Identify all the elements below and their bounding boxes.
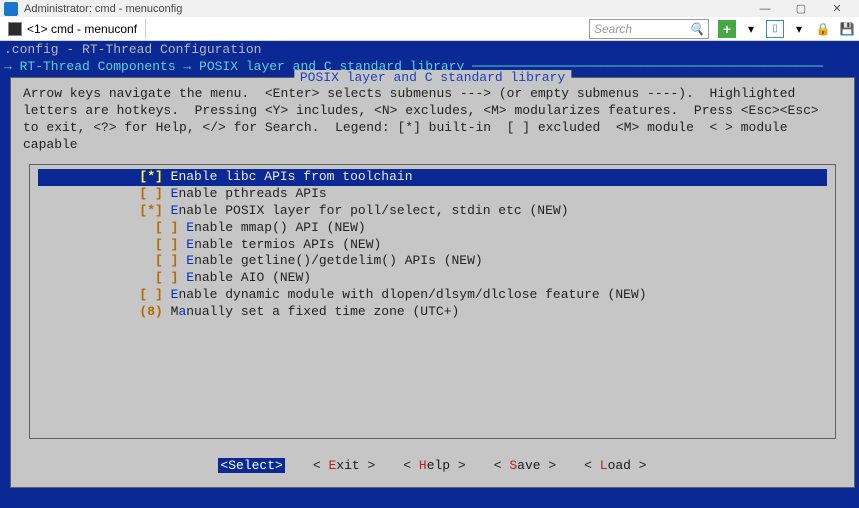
panel-title: POSIX layer and C standard library bbox=[294, 70, 571, 85]
disk-icon[interactable]: 💾 bbox=[838, 20, 856, 38]
new-tab-button[interactable]: + bbox=[718, 20, 736, 38]
menu-item[interactable]: [*] Enable libc APIs from toolchain bbox=[38, 169, 827, 186]
select-button[interactable]: <Select> bbox=[218, 458, 284, 473]
menu-item[interactable]: [ ] Enable getline()/getdelim() APIs (NE… bbox=[38, 253, 827, 270]
dropdown-icon[interactable]: ▾ bbox=[742, 20, 760, 38]
menu-item[interactable]: [*] Enable POSIX layer for poll/select, … bbox=[38, 203, 827, 220]
save-button[interactable]: < Save > bbox=[494, 458, 556, 473]
tab-label: <1> cmd - menuconf bbox=[27, 22, 137, 36]
app-icon bbox=[4, 2, 18, 16]
menu-item[interactable]: [ ] Enable pthreads APIs bbox=[38, 186, 827, 203]
terminal-icon bbox=[8, 22, 22, 36]
lock-icon[interactable]: 🔒 bbox=[814, 20, 832, 38]
help-button[interactable]: < Help > bbox=[403, 458, 465, 473]
menuconfig-panel: POSIX layer and C standard library Arrow… bbox=[10, 77, 855, 488]
search-input[interactable]: Search 🔍 bbox=[589, 19, 709, 39]
menu-item[interactable]: [ ] Enable mmap() API (NEW) bbox=[38, 220, 827, 237]
panels-icon[interactable]: ▯ bbox=[766, 20, 784, 38]
tab-bar: <1> cmd - menuconf Search 🔍 + ▾ ▯ ▾ 🔒 💾 bbox=[0, 17, 859, 41]
search-placeholder: Search bbox=[594, 22, 632, 36]
menu-item[interactable]: (8) Manually set a fixed time zone (UTC+… bbox=[38, 304, 827, 321]
maximize-button[interactable]: ▢ bbox=[783, 0, 819, 17]
window-titlebar: Administrator: cmd - menuconfig — ▢ ✕ bbox=[0, 0, 859, 17]
config-path: .config - RT-Thread Configuration bbox=[0, 41, 859, 58]
menu-item[interactable]: [ ] Enable dynamic module with dlopen/dl… bbox=[38, 287, 827, 304]
options-list: [*] Enable libc APIs from toolchain [ ] … bbox=[29, 164, 836, 439]
minimize-button[interactable]: — bbox=[747, 0, 783, 17]
tab-cmd[interactable]: <1> cmd - menuconf bbox=[0, 19, 146, 39]
load-button[interactable]: < Load > bbox=[584, 458, 646, 473]
menu-item[interactable]: [ ] Enable AIO (NEW) bbox=[38, 270, 827, 287]
button-bar: <Select> < Exit > < Help > < Save > < Load > bbox=[11, 458, 854, 473]
close-button[interactable]: ✕ bbox=[819, 0, 855, 17]
window-title: Administrator: cmd - menuconfig bbox=[24, 3, 182, 15]
exit-button[interactable]: < Exit > bbox=[313, 458, 375, 473]
instructions-text: Arrow keys navigate the menu. <Enter> se… bbox=[11, 78, 854, 158]
menu-item[interactable]: [ ] Enable termios APIs (NEW) bbox=[38, 237, 827, 254]
search-icon: 🔍 bbox=[689, 22, 704, 36]
dropdown-icon[interactable]: ▾ bbox=[790, 20, 808, 38]
terminal-area: .config - RT-Thread Configuration → RT-T… bbox=[0, 41, 859, 508]
